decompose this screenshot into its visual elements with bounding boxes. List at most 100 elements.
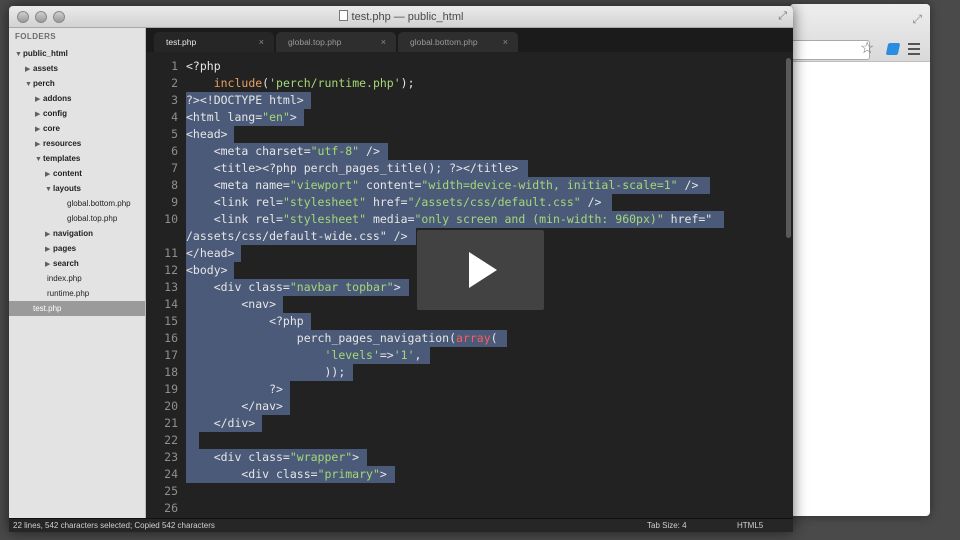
- line-number: 7: [171, 161, 178, 175]
- sidebar-item[interactable]: ▼public_html: [9, 46, 145, 61]
- line-number: 2: [171, 76, 178, 90]
- disclosure-right-icon[interactable]: ▶: [45, 167, 53, 182]
- syntax-indicator[interactable]: HTML5: [737, 519, 763, 532]
- line-number: 18: [164, 365, 178, 379]
- sidebar-item[interactable]: runtime.php: [9, 286, 145, 301]
- code-line[interactable]: include('perch/runtime.php');: [186, 75, 415, 92]
- line-number: 3: [171, 93, 178, 107]
- title-bar[interactable]: test.php — public_html ⤢: [9, 6, 793, 28]
- sidebar-item[interactable]: ▼templates: [9, 151, 145, 166]
- line-number: 9: [171, 195, 178, 209]
- sidebar-item[interactable]: ▶ addons: [9, 91, 145, 106]
- code-line[interactable]: <?php: [186, 58, 221, 75]
- sidebar-item[interactable]: ▼perch: [9, 76, 145, 91]
- disclosure-down-icon[interactable]: ▼: [15, 47, 23, 62]
- expand-icon[interactable]: ⤢: [912, 12, 922, 27]
- disclosure-right-icon[interactable]: ▶: [25, 62, 33, 77]
- menu-icon[interactable]: [908, 43, 920, 55]
- document-icon: [338, 10, 348, 21]
- sidebar-item[interactable]: ▶ pages: [9, 241, 145, 256]
- code-line[interactable]: <body>: [186, 262, 228, 279]
- code-line[interactable]: <div class="wrapper">: [186, 449, 359, 466]
- sidebar-item[interactable]: index.php: [9, 271, 145, 286]
- sidebar-item[interactable]: ▶ core: [9, 121, 145, 136]
- sidebar-item[interactable]: global.bottom.php: [9, 196, 145, 211]
- extension-icon[interactable]: [885, 43, 901, 55]
- code-line[interactable]: ));: [186, 364, 345, 381]
- code-line[interactable]: <nav>: [186, 296, 276, 313]
- sidebar-item[interactable]: ▶ search: [9, 256, 145, 271]
- line-number: 22: [164, 433, 178, 447]
- sidebar-item-label: global.bottom.php: [67, 199, 131, 208]
- line-number: 21: [164, 416, 178, 430]
- code-line[interactable]: perch_pages_navigation(array(: [186, 330, 498, 347]
- selection-highlight: [186, 432, 199, 449]
- code-line[interactable]: <title><?php perch_pages_title(); ?></ti…: [186, 160, 519, 177]
- background-browser-window[interactable]: ⤢ ☆: [790, 4, 930, 516]
- sidebar-item[interactable]: global.top.php: [9, 211, 145, 226]
- disclosure-right-icon[interactable]: ▶: [35, 122, 43, 137]
- play-icon: [469, 252, 497, 288]
- sidebar-item-label: content: [53, 169, 82, 178]
- sidebar-item[interactable]: ▶ content: [9, 166, 145, 181]
- video-play-button[interactable]: [417, 230, 544, 310]
- code-line[interactable]: ?>: [186, 381, 283, 398]
- sidebar-item-label: layouts: [53, 184, 82, 193]
- line-number: 15: [164, 314, 178, 328]
- code-line[interactable]: /assets/css/default-wide.css" />: [186, 228, 408, 245]
- disclosure-right-icon[interactable]: ▶: [35, 137, 43, 152]
- code-line[interactable]: </nav>: [186, 398, 283, 415]
- sidebar-item[interactable]: test.php: [9, 301, 145, 316]
- code-line[interactable]: <div class="primary">: [186, 466, 386, 483]
- folder-sidebar: FOLDERS ▼public_html ▶ assets ▼perch ▶ addons…: [9, 28, 146, 532]
- sidebar-item-label: global.top.php: [67, 214, 118, 223]
- browser-address-bar[interactable]: [790, 40, 870, 60]
- star-icon[interactable]: ☆: [860, 41, 874, 57]
- sidebar-item-label: config: [43, 109, 67, 118]
- code-line[interactable]: ?><!DOCTYPE html>: [186, 92, 304, 109]
- disclosure-right-icon[interactable]: ▶: [45, 257, 53, 272]
- code-line[interactable]: <head>: [186, 126, 228, 143]
- disclosure-down-icon[interactable]: ▼: [45, 182, 53, 197]
- status-selection-text: 22 lines, 542 characters selected; Copie…: [13, 521, 215, 530]
- line-number: 12: [164, 263, 178, 277]
- sidebar-item[interactable]: ▶ assets: [9, 61, 145, 76]
- tab-global-top-php[interactable]: global.top.php ×: [276, 32, 396, 52]
- code-line[interactable]: <meta charset="utf-8" />: [186, 143, 380, 160]
- sidebar-item-label: perch: [33, 79, 55, 88]
- fullscreen-icon[interactable]: ⤢: [778, 10, 787, 23]
- sidebar-item[interactable]: ▶ resources: [9, 136, 145, 151]
- disclosure-right-icon[interactable]: ▶: [35, 92, 43, 107]
- line-number: 11: [164, 246, 178, 260]
- tab-global-bottom-php[interactable]: global.bottom.php ×: [398, 32, 518, 52]
- tab-test-php[interactable]: test.php ×: [154, 32, 274, 52]
- code-line[interactable]: <meta name="viewport" content="width=dev…: [186, 177, 699, 194]
- disclosure-right-icon[interactable]: ▶: [45, 227, 53, 242]
- code-line[interactable]: 'levels'=>'1',: [186, 347, 421, 364]
- code-line[interactable]: <link rel="stylesheet" href="/assets/css…: [186, 194, 602, 211]
- close-tab-icon[interactable]: ×: [503, 32, 508, 52]
- code-line[interactable]: <html lang="en">: [186, 109, 297, 126]
- disclosure-right-icon[interactable]: ▶: [35, 107, 43, 122]
- line-number: 25: [164, 484, 178, 498]
- line-number-gutter: 1 2 3 4 5 6 7 8 9 10 11 12 13 14 15 16 17 18 19 20 21 22 23 24 2…: [146, 52, 186, 518]
- code-line[interactable]: </div>: [186, 415, 256, 432]
- code-line[interactable]: <?php: [186, 313, 304, 330]
- sidebar-item-label: resources: [43, 139, 82, 148]
- close-tab-icon[interactable]: ×: [381, 32, 386, 52]
- tab-size-indicator[interactable]: Tab Size: 4: [647, 519, 687, 532]
- disclosure-down-icon[interactable]: ▼: [25, 77, 33, 92]
- code-line[interactable]: <div class="navbar topbar">: [186, 279, 401, 296]
- scrollbar[interactable]: [786, 58, 791, 238]
- code-line[interactable]: </head>: [186, 245, 234, 262]
- sidebar-item-label: addons: [43, 94, 72, 103]
- close-tab-icon[interactable]: ×: [259, 32, 264, 52]
- sidebar-item[interactable]: ▶ navigation: [9, 226, 145, 241]
- line-number: 24: [164, 467, 178, 481]
- sidebar-item[interactable]: ▶ config: [9, 106, 145, 121]
- sidebar-item-label: templates: [43, 154, 81, 163]
- code-line[interactable]: <link rel="stylesheet" media="only scree…: [186, 211, 713, 228]
- sidebar-item[interactable]: ▼layouts: [9, 181, 145, 196]
- disclosure-down-icon[interactable]: ▼: [35, 152, 43, 167]
- disclosure-right-icon[interactable]: ▶: [45, 242, 53, 257]
